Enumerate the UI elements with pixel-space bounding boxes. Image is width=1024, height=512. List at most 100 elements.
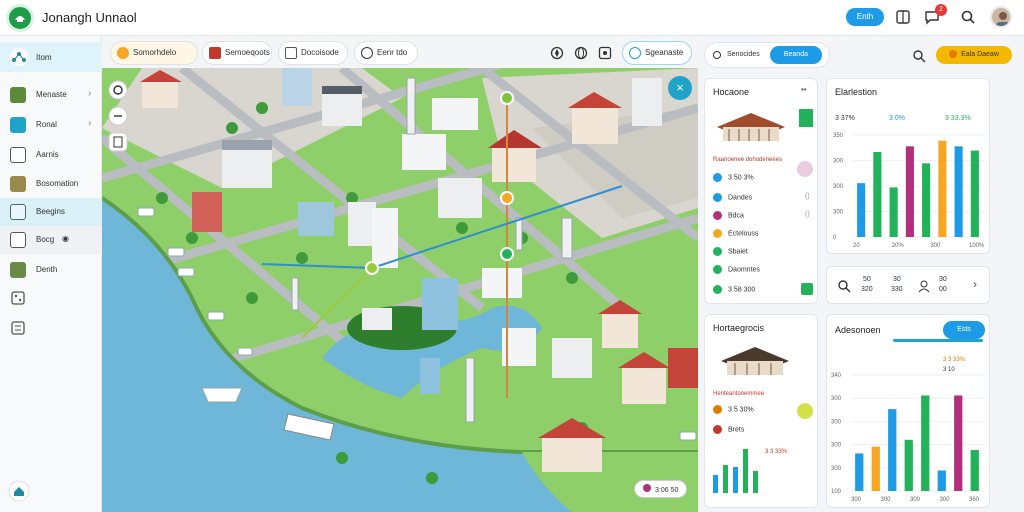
progress-bar [893,339,983,342]
bar[interactable] [954,395,963,491]
sidebar-item-label: Menaste [36,90,67,99]
sidebar-item-denth[interactable]: Denth [0,256,102,284]
calendar-icon [209,47,221,59]
map-search-chip[interactable]: Eenr tdo [354,41,418,65]
chart-stat: 3 0% [889,115,905,122]
app-logo[interactable] [6,4,34,32]
chevron-right-icon[interactable]: › [973,277,977,291]
layers-icon[interactable] [108,132,128,152]
x-tick-label: 20 [853,243,860,249]
status-dot-icon [713,173,722,182]
list-item: Bdca() [713,211,813,225]
sidebar: Itom Menaste › Ronal › Aarnis Bosomation… [0,36,102,512]
property-info-card: Hortaegrocis Henteantonemmee 3 5 30% Bre… [704,314,818,508]
y-tick-label: 350 [833,133,844,139]
photo-icon [10,176,26,192]
close-map-overlay-button[interactable]: × [668,76,692,100]
status-dot-icon [713,247,722,256]
sidebar-item-label: Denth [36,265,58,274]
legend-text: 3 3 33% [765,449,788,455]
bar[interactable] [970,450,979,491]
app-title: Jonangh Unnaol [42,10,137,25]
home-icon[interactable] [8,480,30,502]
list-item: Ectelouss [713,229,813,243]
bar[interactable] [889,187,898,237]
image-icon[interactable] [598,46,612,60]
map-filter-chip[interactable]: Sgeanaste [622,41,692,65]
sidebar-item-ronal[interactable]: Ronal › [0,111,102,139]
more-icon[interactable]: •• [801,85,807,94]
stat-item: 50 320 [861,276,873,293]
status-dot-icon [713,285,722,294]
export-icon [949,50,958,59]
bar[interactable] [970,150,979,237]
filter-button[interactable]: Beanda [770,46,822,64]
y-tick-label: 300 [831,443,842,449]
city-map[interactable]: × 3:06 50 [102,68,698,512]
search-icon[interactable] [912,49,926,63]
dice-icon[interactable] [10,290,26,306]
chip-label: Somorhdelo [133,48,177,57]
bar[interactable] [937,470,946,491]
bar[interactable] [938,140,947,237]
user-avatar[interactable] [990,6,1012,28]
compass-icon[interactable] [550,46,564,60]
bar[interactable] [857,183,866,237]
bar[interactable] [888,409,897,491]
x-tick-label: 300 [930,243,941,249]
sidebar-item-label: Bosomation [36,179,79,188]
bar[interactable] [855,453,864,491]
sidebar-item-home[interactable]: Itom [0,42,102,72]
sidebar-item-bosomation[interactable]: Bosomation [0,170,102,198]
chip-label: Semoeqoots [225,48,270,57]
bar[interactable] [954,146,963,237]
card-title: Hortaegrocis [713,323,765,333]
sidebar-item-beegins[interactable]: Beegins [0,198,102,226]
y-tick-label: 300 [831,396,842,402]
bar[interactable] [871,446,880,491]
search-icon [629,47,641,59]
zoom-icon[interactable] [108,106,128,126]
chevron-right-icon: › [88,88,92,99]
badge-icon [797,403,813,419]
chart-title: Adesonoen [835,325,881,335]
status-dot-icon [713,405,722,414]
top-bar: Jonangh Unnaol Enth 2 [0,0,1024,36]
status-dot-icon [713,211,722,220]
search-icon [361,47,373,59]
stats-row: 50 320 30 330 30 00 › [826,266,990,304]
map-canvas [102,68,698,512]
bar[interactable] [873,152,882,237]
search-icon[interactable] [960,9,976,25]
globe-icon[interactable] [574,46,588,60]
bar[interactable] [922,163,931,237]
bar[interactable] [921,395,930,491]
sidebar-item-aarnis[interactable]: Aarnis [0,141,102,169]
primary-action-button[interactable]: Enth [846,8,884,26]
list-item: Brets [713,425,813,439]
card-subtitle: Henteantonemmee [713,391,765,397]
chart-action-button[interactable]: Ests [943,321,985,339]
bar[interactable] [904,439,913,491]
tag-icon [799,109,813,127]
book-icon[interactable] [895,9,911,25]
sidebar-item-menaste[interactable]: Menaste › [0,81,102,109]
search-icon[interactable] [837,279,851,293]
edit-icon [10,232,26,248]
status-dot-icon [713,265,722,274]
map-filter-chip[interactable]: Docoisode [278,41,348,65]
y-tick-label: 300 [831,419,842,425]
map-filter-chip[interactable]: Somorhdelo [110,41,198,65]
list-icon[interactable] [10,320,26,336]
chevron-right-icon: › [88,118,92,129]
chart-stat: 3 33.3% [945,115,971,122]
sidebar-item-bocg[interactable]: Bocg ◉ [0,226,102,254]
bar[interactable] [905,146,914,237]
stat-item: 30 330 [891,276,903,293]
chart-stat: 3 3 33% [943,357,966,363]
export-button[interactable]: Eala Daeaw [936,46,1012,64]
map-filter-chip[interactable]: Semoeqoots [202,41,272,65]
rotate-icon[interactable] [108,80,128,100]
map-status-badge[interactable]: 3:06 50 [634,480,688,498]
layer-icon [117,47,129,59]
